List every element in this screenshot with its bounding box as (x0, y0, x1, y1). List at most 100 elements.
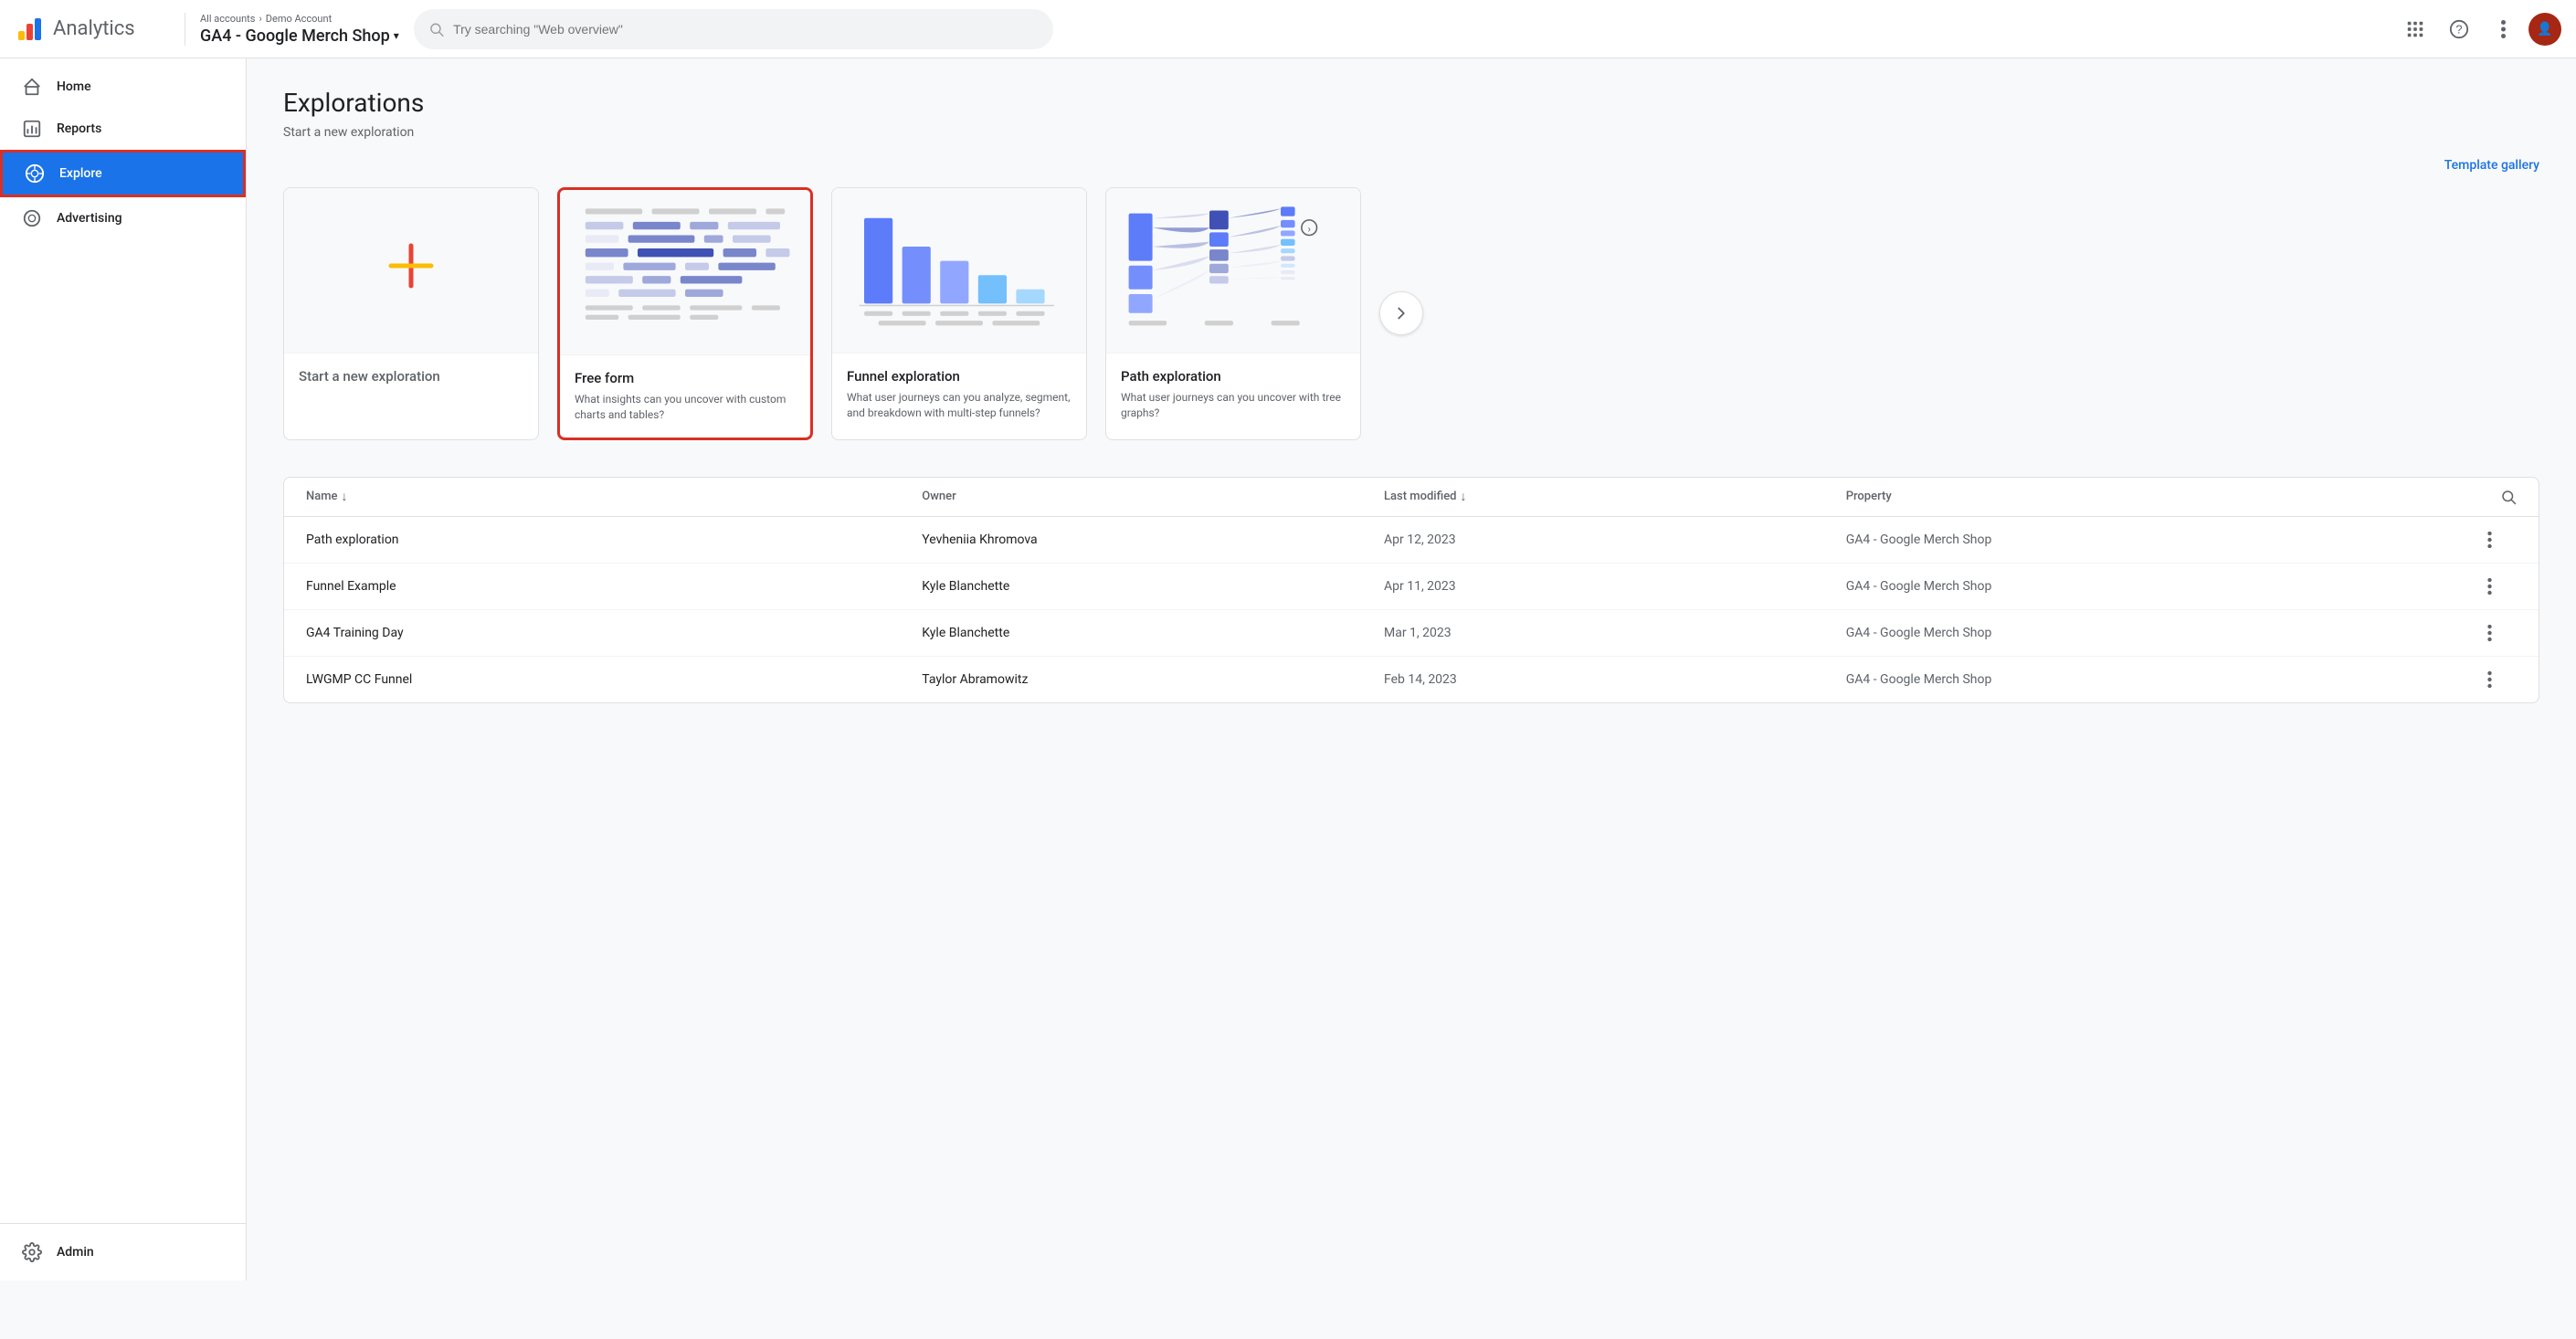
row-more-button-3[interactable] (2462, 625, 2517, 641)
scroll-right-button[interactable] (1379, 291, 1423, 335)
search-bar[interactable] (414, 9, 1053, 49)
path-card[interactable]: › Path exploration What user journeys ca… (1105, 187, 1361, 440)
search-input[interactable] (453, 22, 1039, 37)
chevron-right-icon (1391, 303, 1411, 323)
funnel-card[interactable]: Funnel exploration What user journeys ca… (831, 187, 1087, 440)
table-search-icon[interactable] (2500, 489, 2517, 505)
apps-icon (2405, 19, 2425, 39)
row-more-button-2[interactable] (2462, 578, 2517, 595)
account-selector[interactable]: All accounts › Demo Account GA4 - Google… (200, 13, 399, 46)
col-search[interactable] (2462, 489, 2517, 505)
app-title: Analytics (53, 17, 135, 40)
property-dropdown-icon: ▾ (394, 29, 399, 42)
funnel-card-title: Funnel exploration (847, 368, 1072, 385)
path-card-info: Path exploration What user journeys can … (1106, 353, 1360, 436)
cell-modified-3: Mar 1, 2023 (1384, 626, 1846, 640)
sidebar-item-admin-label: Admin (57, 1245, 94, 1260)
cell-name-2: Funnel Example (306, 579, 922, 594)
advertising-icon (22, 208, 42, 228)
topbar: Analytics All accounts › Demo Account GA… (0, 0, 2576, 58)
table-row[interactable]: Path exploration Yevheniia Khromova Apr … (284, 517, 2539, 564)
section-new-label: Start a new exploration (283, 125, 2539, 140)
cell-property-3: GA4 - Google Merch Shop (1846, 626, 2462, 640)
freeform-card-info: Free form What insights can you uncover … (560, 354, 810, 438)
row-more-button-1[interactable] (2462, 532, 2517, 548)
col-modified[interactable]: Last modified ↓ (1384, 489, 1846, 505)
search-icon (428, 21, 444, 37)
sidebar-item-home[interactable]: Home (0, 66, 246, 108)
cell-modified-1: Apr 12, 2023 (1384, 532, 1846, 547)
cell-property-2: GA4 - Google Merch Shop (1846, 579, 2462, 594)
breadcrumb: All accounts › Demo Account (200, 13, 399, 25)
help-button[interactable]: ? (2441, 11, 2477, 47)
freeform-card-title: Free form (575, 370, 796, 386)
path-card-title: Path exploration (1121, 368, 1346, 385)
new-card-title: Start a new exploration (299, 368, 523, 385)
settings-icon (22, 1242, 42, 1262)
new-card-info: Start a new exploration (284, 353, 538, 405)
apps-button[interactable] (2397, 11, 2433, 47)
analytics-logo-icon (15, 15, 44, 44)
table-header: Name ↓ Owner Last modified ↓ Property (284, 478, 2539, 517)
sidebar: Home Reports Explore Advertising (0, 58, 247, 1281)
freeform-card[interactable]: Free form What insights can you uncover … (557, 187, 813, 440)
help-icon: ? (2449, 19, 2469, 39)
new-card-preview (284, 188, 538, 353)
plus-icon (384, 238, 438, 302)
row-more-button-4[interactable] (2462, 671, 2517, 688)
cell-name-1: Path exploration (306, 532, 922, 547)
exploration-cards: Start a new exploration (283, 187, 2539, 440)
path-preview-svg: › (1117, 199, 1349, 342)
explore-icon (25, 163, 45, 184)
sidebar-item-home-label: Home (57, 79, 91, 94)
new-card-plus (384, 203, 438, 338)
svg-text:?: ? (2455, 22, 2462, 36)
sidebar-item-reports[interactable]: Reports (0, 108, 246, 150)
logo-area: Analytics (15, 15, 170, 44)
sidebar-item-advertising-label: Advertising (57, 211, 122, 226)
cell-owner-3: Kyle Blanchette (922, 626, 1384, 640)
main-content: Explorations Start a new exploration Tem… (247, 58, 2576, 1281)
page-title: Explorations (283, 88, 2539, 118)
template-gallery-link[interactable]: Template gallery (2444, 158, 2539, 173)
freeform-preview-svg (571, 201, 799, 343)
table-row[interactable]: Funnel Example Kyle Blanchette Apr 11, 2… (284, 564, 2539, 610)
sidebar-item-admin[interactable]: Admin (0, 1231, 246, 1273)
path-card-desc: What user journeys can you uncover with … (1121, 390, 1346, 421)
cell-owner-1: Yevheniia Khromova (922, 532, 1384, 547)
table-row[interactable]: GA4 Training Day Kyle Blanchette Mar 1, … (284, 610, 2539, 657)
sort-modified-icon: ↓ (1461, 489, 1467, 504)
cell-modified-4: Feb 14, 2023 (1384, 672, 1846, 687)
path-preview: › (1106, 188, 1360, 353)
sort-name-icon: ↓ (342, 489, 348, 504)
funnel-preview (832, 188, 1086, 353)
funnel-card-info: Funnel exploration What user journeys ca… (832, 353, 1086, 436)
sidebar-item-advertising[interactable]: Advertising (0, 197, 246, 239)
col-name[interactable]: Name ↓ (306, 489, 922, 505)
avatar[interactable]: 👤 (2528, 13, 2561, 46)
more-vertical-icon-3 (2487, 625, 2492, 641)
col-owner: Owner (922, 489, 1384, 505)
more-options-button[interactable] (2485, 11, 2521, 47)
new-exploration-card[interactable]: Start a new exploration (283, 187, 539, 440)
freeform-preview (560, 190, 810, 354)
table-row[interactable]: LWGMP CC Funnel Taylor Abramowitz Feb 14… (284, 657, 2539, 702)
cell-name-3: GA4 Training Day (306, 626, 922, 640)
more-vertical-icon-1 (2487, 532, 2492, 548)
explorations-table: Name ↓ Owner Last modified ↓ Property (283, 477, 2539, 703)
cell-modified-2: Apr 11, 2023 (1384, 579, 1846, 594)
sidebar-item-reports-label: Reports (57, 121, 101, 136)
col-property: Property (1846, 489, 2462, 505)
property-selector[interactable]: GA4 - Google Merch Shop ▾ (200, 26, 399, 46)
funnel-preview-svg (843, 199, 1075, 342)
funnel-card-desc: What user journeys can you analyze, segm… (847, 390, 1072, 421)
sidebar-item-explore[interactable]: Explore (0, 150, 246, 197)
cell-property-4: GA4 - Google Merch Shop (1846, 672, 2462, 687)
sidebar-item-explore-label: Explore (59, 166, 102, 181)
freeform-card-desc: What insights can you uncover with custo… (575, 392, 796, 423)
svg-text:›: › (1307, 222, 1310, 235)
home-icon (22, 77, 42, 97)
more-vertical-icon (2501, 20, 2506, 38)
cell-name-4: LWGMP CC Funnel (306, 672, 922, 687)
sidebar-bottom: Admin (0, 1223, 246, 1273)
